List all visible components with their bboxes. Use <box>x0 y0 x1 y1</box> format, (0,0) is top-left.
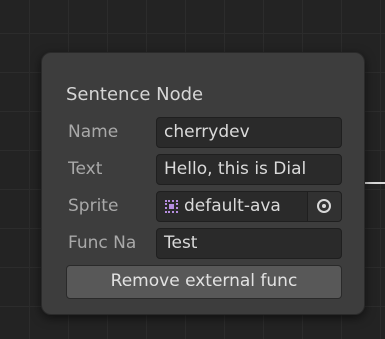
name-label: Name <box>68 122 119 142</box>
sprite-icon <box>165 200 178 213</box>
text-field[interactable]: Hello, this is Dial <box>156 154 342 185</box>
node-title: Sentence Node <box>66 84 204 105</box>
name-field-value: cherrydev <box>164 122 250 142</box>
sprite-label: Sprite <box>68 196 119 216</box>
object-picker-button[interactable] <box>307 192 341 221</box>
sentence-node[interactable]: Sentence Node Name cherrydev Text Hello,… <box>41 52 365 315</box>
text-label: Text <box>68 159 103 179</box>
name-field[interactable]: cherrydev <box>156 117 342 148</box>
remove-external-func-button[interactable]: Remove external func <box>66 265 342 299</box>
text-field-value: Hello, this is Dial <box>164 159 307 179</box>
sprite-field[interactable]: default-ava <box>156 191 342 222</box>
object-picker-icon <box>317 199 331 213</box>
func-name-label: Func Na <box>68 233 137 253</box>
func-name-field[interactable]: Test <box>156 228 342 259</box>
sprite-field-value: default-ava <box>184 196 281 216</box>
func-name-field-value: Test <box>164 233 198 253</box>
graph-canvas[interactable]: Sentence Node Name cherrydev Text Hello,… <box>0 0 385 339</box>
